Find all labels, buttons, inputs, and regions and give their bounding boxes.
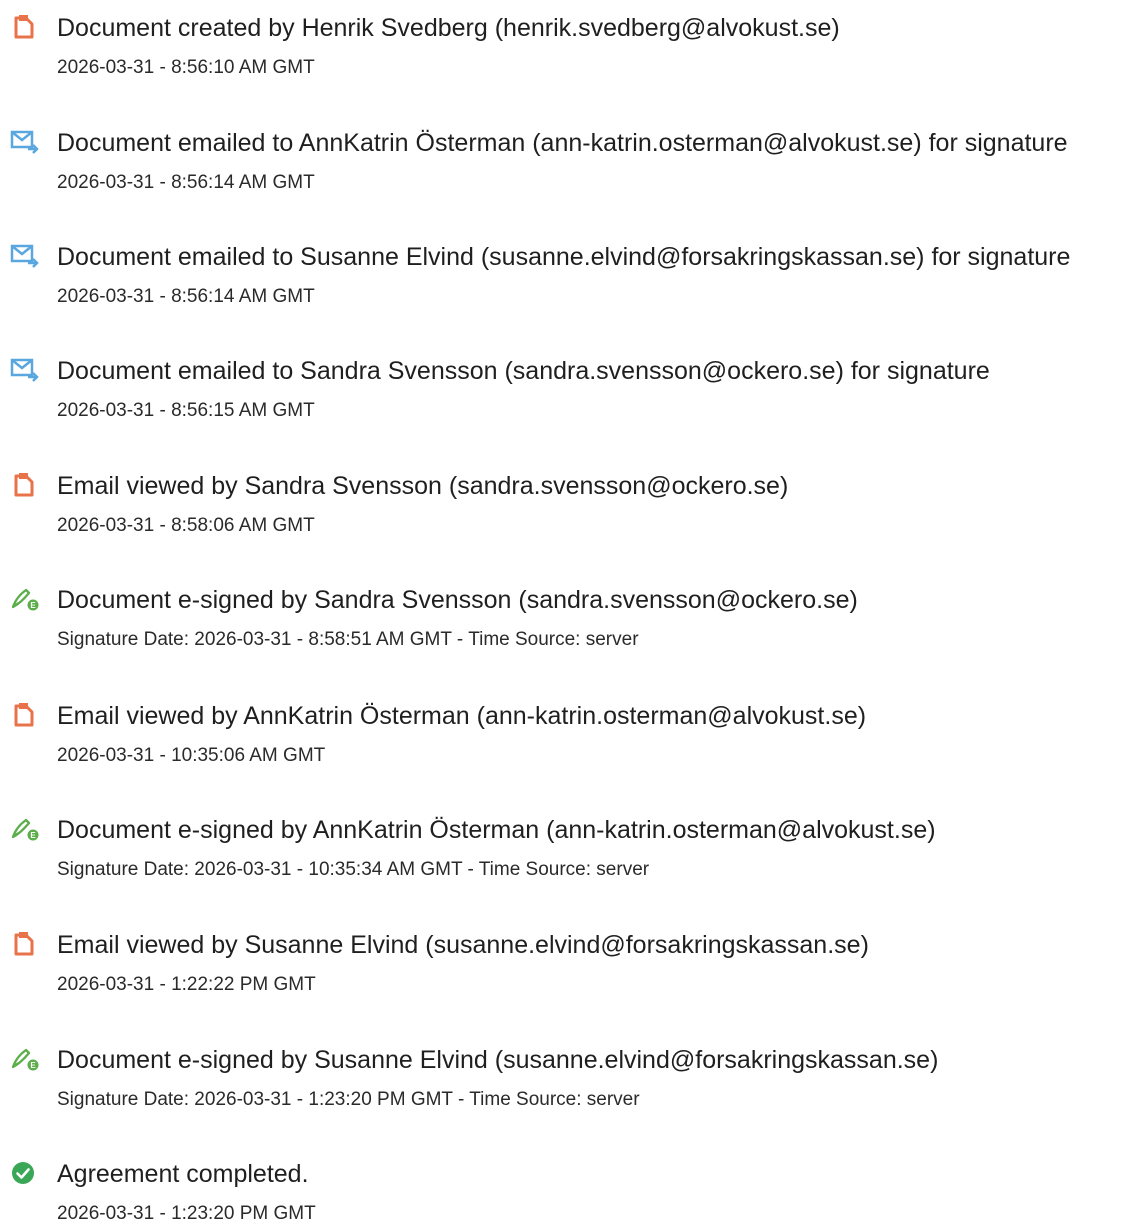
- event-title: Document e-signed by Susanne Elvind (sus…: [57, 1046, 939, 1074]
- history-event: Document emailed to Sandra Svensson (san…: [0, 356, 1142, 426]
- document-icon: [10, 14, 40, 40]
- event-title: Document emailed to AnnKatrin Österman (…: [57, 129, 1068, 157]
- event-timestamp: 2026-03-31 - 8:56:15 AM GMT: [57, 400, 315, 421]
- e-sign-pen-icon: E: [10, 586, 40, 612]
- history-event: E Document e-signed by Susanne Elvind (s…: [0, 1045, 1142, 1115]
- audit-trail: Document created by Henrik Svedberg (hen…: [0, 0, 1142, 1224]
- event-title: Document emailed to Susanne Elvind (susa…: [57, 243, 1071, 271]
- event-timestamp: 2026-03-31 - 8:56:10 AM GMT: [57, 57, 315, 78]
- svg-text:E: E: [30, 601, 36, 610]
- event-timestamp: 2026-03-31 - 1:23:20 PM GMT: [57, 1203, 316, 1224]
- document-icon: [10, 702, 40, 728]
- history-event: E Document e-signed by Sandra Svensson (…: [0, 585, 1142, 655]
- history-event: Document created by Henrik Svedberg (hen…: [0, 13, 1142, 83]
- history-event: Email viewed by Sandra Svensson (sandra.…: [0, 471, 1142, 541]
- event-title: Agreement completed.: [57, 1160, 309, 1188]
- event-title: Email viewed by Sandra Svensson (sandra.…: [57, 472, 789, 500]
- history-event: E Document e-signed by AnnKatrin Österma…: [0, 815, 1142, 885]
- event-timestamp: 2026-03-31 - 10:35:06 AM GMT: [57, 745, 326, 766]
- check-circle-icon: [10, 1160, 40, 1186]
- document-icon: [10, 931, 40, 957]
- event-title: Document e-signed by Sandra Svensson (sa…: [57, 586, 858, 614]
- event-title: Document emailed to Sandra Svensson (san…: [57, 357, 990, 385]
- history-event: Document emailed to AnnKatrin Österman (…: [0, 128, 1142, 198]
- event-title: Document e-signed by AnnKatrin Österman …: [57, 816, 936, 844]
- event-title: Document created by Henrik Svedberg (hen…: [57, 14, 840, 42]
- event-timestamp: 2026-03-31 - 8:56:14 AM GMT: [57, 172, 315, 193]
- email-sent-icon: [10, 129, 40, 155]
- event-title: Email viewed by AnnKatrin Österman (ann-…: [57, 702, 867, 730]
- history-event: Email viewed by Susanne Elvind (susanne.…: [0, 930, 1142, 1000]
- history-event: Agreement completed. 2026-03-31 - 1:23:2…: [0, 1159, 1142, 1229]
- event-timestamp: 2026-03-31 - 8:58:06 AM GMT: [57, 515, 315, 536]
- e-sign-pen-icon: E: [10, 1046, 40, 1072]
- email-sent-icon: [10, 357, 40, 383]
- event-timestamp: Signature Date: 2026-03-31 - 10:35:34 AM…: [57, 859, 650, 880]
- svg-text:E: E: [30, 1061, 36, 1070]
- email-sent-icon: [10, 243, 40, 269]
- event-timestamp: Signature Date: 2026-03-31 - 1:23:20 PM …: [57, 1089, 640, 1110]
- e-sign-pen-icon: E: [10, 816, 40, 842]
- event-timestamp: Signature Date: 2026-03-31 - 8:58:51 AM …: [57, 629, 639, 650]
- event-title: Email viewed by Susanne Elvind (susanne.…: [57, 931, 869, 959]
- svg-text:E: E: [30, 831, 36, 840]
- event-timestamp: 2026-03-31 - 1:22:22 PM GMT: [57, 974, 316, 995]
- history-event: Document emailed to Susanne Elvind (susa…: [0, 242, 1142, 312]
- event-timestamp: 2026-03-31 - 8:56:14 AM GMT: [57, 286, 315, 307]
- document-icon: [10, 472, 40, 498]
- history-event: Email viewed by AnnKatrin Österman (ann-…: [0, 701, 1142, 771]
